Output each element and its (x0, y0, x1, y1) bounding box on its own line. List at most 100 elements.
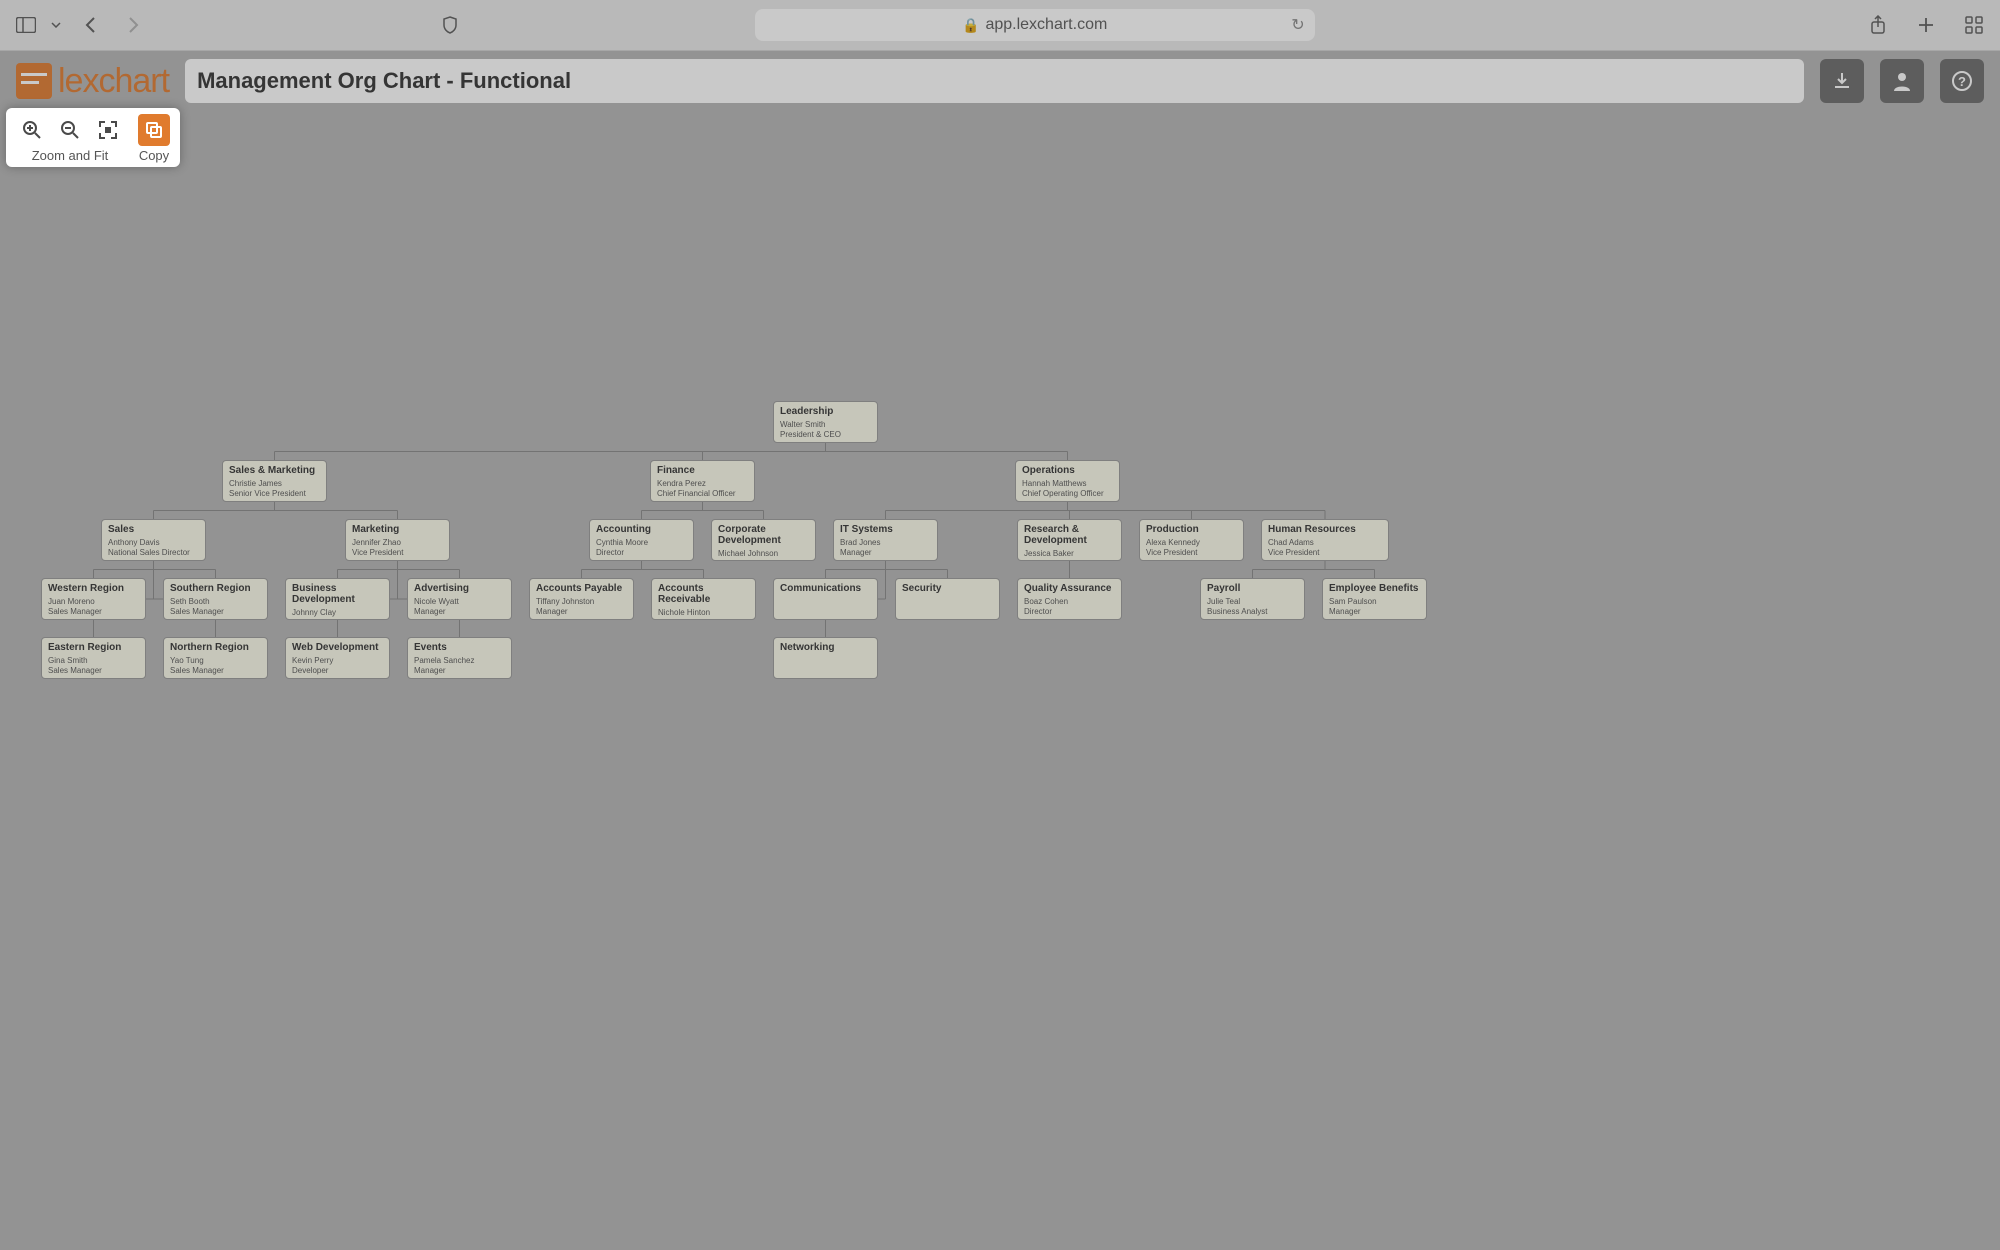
new-tab-icon[interactable] (1912, 11, 1940, 39)
reload-icon[interactable]: ↻ (1291, 15, 1304, 35)
node-dept: Security (902, 583, 993, 594)
org-node[interactable]: Eastern Region Gina SmithSales Manager (41, 637, 146, 679)
node-dept: Quality Assurance (1024, 583, 1115, 594)
org-node[interactable]: AccountingCynthia MooreDirector (589, 519, 694, 561)
zoom-in-button[interactable] (16, 114, 48, 146)
node-role: Director (1024, 607, 1115, 616)
node-role: President & CEO (780, 430, 871, 439)
org-node[interactable]: AdvertisingNicole WyattManager (407, 578, 512, 620)
org-node[interactable]: IT SystemsBrad JonesManager (833, 519, 938, 561)
node-person: Cynthia Moore (596, 539, 687, 548)
toolbar-popover: Zoom and Fit Copy (6, 108, 180, 167)
url-text: app.lexchart.com (985, 16, 1107, 34)
org-node[interactable]: SalesAnthony DavisNational Sales Directo… (101, 519, 206, 561)
node-person: Kendra Perez (657, 480, 748, 489)
app-logo[interactable]: lexchart (16, 62, 169, 101)
shield-icon[interactable] (436, 11, 464, 39)
node-role: Sales Manager (48, 666, 139, 675)
app-header: lexchart Management Org Chart - Function… (0, 51, 2000, 111)
sidebar-icon[interactable] (12, 11, 40, 39)
node-dept: Web Development (292, 642, 383, 653)
node-person: Jessica Baker (1024, 550, 1115, 559)
forward-icon[interactable] (120, 11, 148, 39)
org-node[interactable]: Human ResourcesChad AdamsVice President (1261, 519, 1389, 561)
org-node[interactable]: Quality Assurance Boaz CohenDirector (1017, 578, 1122, 620)
node-dept: Marketing (352, 524, 443, 535)
org-node[interactable]: Leadership Walter SmithPresident & CEO (773, 401, 878, 443)
node-role: Vice President (1024, 559, 1115, 561)
chart-canvas[interactable]: Leadership Walter SmithPresident & CEO Sal… (0, 168, 2000, 1250)
node-person: Nichole Hinton (658, 609, 749, 618)
org-node[interactable]: Operations Hannah MatthewsChief Operating… (1015, 460, 1120, 502)
browser-toolbar: 🔒 app.lexchart.com ↻ (0, 0, 2000, 51)
node-dept: Operations (1022, 465, 1113, 476)
node-person: Tiffany Johnston (536, 598, 627, 607)
node-dept: Accounts Payable (536, 583, 627, 594)
node-role: Chief Operating Officer (1022, 489, 1113, 498)
node-dept: Sales (108, 524, 199, 535)
node-person: Walter Smith (780, 421, 871, 430)
help-button[interactable]: ? (1940, 59, 1984, 103)
copy-button[interactable] (138, 114, 170, 146)
org-node[interactable]: Western RegionJuan MorenoSales Manager (41, 578, 146, 620)
tabs-grid-icon[interactable] (1960, 11, 1988, 39)
node-role: Manager (1329, 607, 1420, 616)
node-role: Senior Vice President (229, 489, 320, 498)
org-node[interactable]: Sales & MarketingChristie JamesSenior Vi… (222, 460, 327, 502)
node-role: Chief Financial Officer (657, 489, 748, 498)
node-dept: Southern Region (170, 583, 261, 594)
download-button[interactable] (1820, 59, 1864, 103)
org-node[interactable]: PayrollJulie TealBusiness Analyst (1200, 578, 1305, 620)
node-role: Business Analyst (1207, 607, 1298, 616)
node-role: Vice President (352, 548, 443, 557)
account-button[interactable] (1880, 59, 1924, 103)
org-node[interactable]: Corporate DevelopmentMichael JohnsonDire… (711, 519, 816, 561)
org-node[interactable]: Security (895, 578, 1000, 620)
node-dept: Eastern Region (48, 642, 139, 653)
node-person: Nicole Wyatt (414, 598, 505, 607)
node-person: Brad Jones (840, 539, 931, 548)
node-person: Seth Booth (170, 598, 261, 607)
org-node[interactable]: Accounts ReceivableNichole HintonManager (651, 578, 756, 620)
node-dept: Accounting (596, 524, 687, 535)
chart-title-input[interactable]: Management Org Chart - Functional (185, 59, 1804, 103)
back-icon[interactable] (76, 11, 104, 39)
chevron-down-icon[interactable] (48, 11, 64, 39)
org-node[interactable]: Accounts Payable Tiffany JohnstonManager (529, 578, 634, 620)
node-person: Hannah Matthews (1022, 480, 1113, 489)
node-person: Yao Tung (170, 657, 261, 666)
fit-button[interactable] (92, 114, 124, 146)
org-node[interactable]: FinanceKendra PerezChief Financial Offic… (650, 460, 755, 502)
node-role: Sales Manager (48, 607, 139, 616)
org-node[interactable]: Business DevelopmentJohnny ClayDirector (285, 578, 390, 620)
node-dept: Events (414, 642, 505, 653)
node-dept: Northern Region (170, 642, 261, 653)
org-node[interactable]: Communications (773, 578, 878, 620)
org-node[interactable]: MarketingJennifer ZhaoVice President (345, 519, 450, 561)
node-person: Johnny Clay (292, 609, 383, 618)
org-node[interactable]: Northern Region Yao TungSales Manager (163, 637, 268, 679)
node-role: Director (718, 559, 809, 561)
org-node[interactable]: Southern RegionSeth BoothSales Manager (163, 578, 268, 620)
node-dept: Leadership (780, 406, 871, 417)
org-node[interactable]: ProductionAlexa KennedyVice President (1139, 519, 1244, 561)
share-icon[interactable] (1864, 11, 1892, 39)
node-person: Pamela Sanchez (414, 657, 505, 666)
node-person: Gina Smith (48, 657, 139, 666)
node-person: Boaz Cohen (1024, 598, 1115, 607)
logo-text: lexchart (58, 62, 169, 101)
org-node[interactable]: Networking (773, 637, 878, 679)
node-person: Michael Johnson (718, 550, 809, 559)
node-dept: Networking (780, 642, 871, 653)
node-role: Manager (536, 607, 627, 616)
node-person: Julie Teal (1207, 598, 1298, 607)
org-node[interactable]: EventsPamela SanchezManager (407, 637, 512, 679)
org-node[interactable]: Employee BenefitsSam PaulsonManager (1322, 578, 1427, 620)
node-dept: Communications (780, 583, 871, 594)
node-dept: Business Development (292, 583, 383, 605)
org-node[interactable]: Web DevelopmentKevin PerryDeveloper (285, 637, 390, 679)
node-role: Sales Manager (170, 666, 261, 675)
zoom-out-button[interactable] (54, 114, 86, 146)
org-node[interactable]: Research & DevelopmentJessica BakerVice … (1017, 519, 1122, 561)
address-bar[interactable]: 🔒 app.lexchart.com ↻ (755, 9, 1315, 41)
